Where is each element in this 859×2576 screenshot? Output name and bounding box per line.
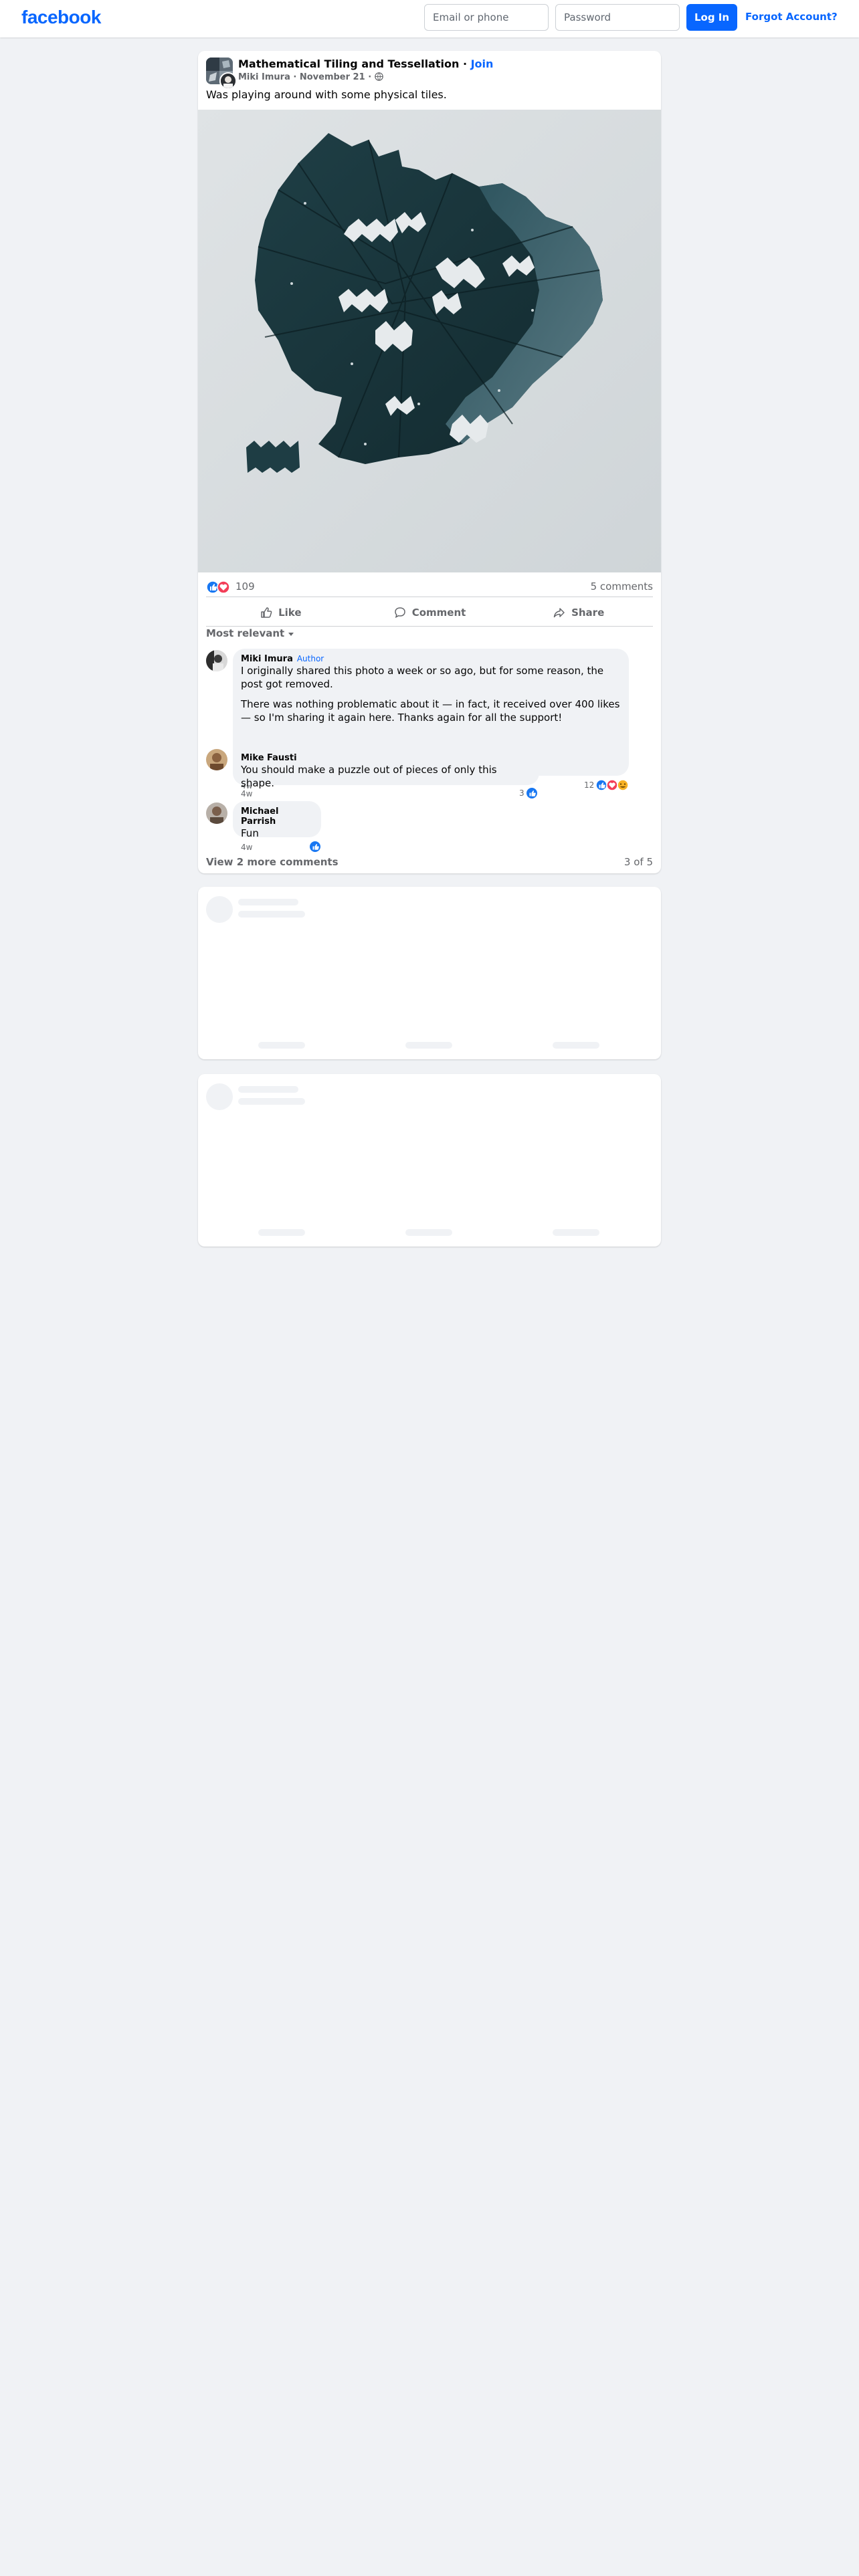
loading-post-placeholder: [198, 887, 661, 1059]
comment-reaction-count: 3: [519, 788, 524, 798]
view-more-comments-link[interactable]: View 2 more comments: [206, 856, 339, 868]
comment-author-row: Miki Imura Author: [241, 654, 621, 664]
skeleton-line: [238, 1086, 298, 1093]
comment-label: Comment: [411, 607, 466, 619]
comment-author[interactable]: Miki Imura: [241, 654, 293, 664]
reaction-icons: [206, 580, 233, 594]
commenter-avatar[interactable]: [206, 749, 227, 770]
post-meta: Miki Imura · November 21 ·: [238, 72, 383, 82]
skeleton-action: [553, 1229, 599, 1236]
email-input[interactable]: [424, 4, 549, 31]
comment-author[interactable]: Michael Parrish: [241, 807, 313, 827]
author-badge: Author: [296, 654, 324, 663]
author-avatar[interactable]: [219, 72, 237, 90]
separator-dot: ·: [368, 72, 375, 82]
skeleton-line: [238, 911, 305, 918]
sort-label: Most relevant: [206, 627, 285, 639]
sort-dropdown[interactable]: Most relevant: [206, 627, 295, 639]
post-photo[interactable]: [198, 110, 661, 572]
comment-icon: [394, 607, 405, 619]
reaction-icons: [595, 779, 630, 791]
skeleton-action: [405, 1042, 452, 1049]
like-icon: [310, 841, 320, 852]
skeleton-line: [238, 899, 298, 905]
separator-dot: ·: [462, 58, 471, 70]
comments-page-count: 3 of 5: [624, 856, 653, 868]
comment-reactions[interactable]: 12: [584, 779, 632, 791]
reaction-count[interactable]: 109: [235, 580, 255, 593]
skeleton-action: [258, 1229, 305, 1236]
comment-paragraph: I originally shared this photo a week or…: [241, 665, 604, 690]
group-name: Mathematical Tiling and Tessellation · J…: [238, 58, 493, 70]
comment-reaction-count: 12: [584, 780, 595, 790]
password-input[interactable]: [555, 4, 680, 31]
comment-bubble: Michael Parrish Fun: [233, 801, 321, 839]
globe-icon: [374, 72, 383, 81]
comment-bubble: Mike Fausti You should make a puzzle out…: [233, 748, 539, 789]
group-name-link[interactable]: Mathematical Tiling and Tessellation: [238, 58, 459, 70]
comment-paragraph: There was nothing problematic about it —…: [241, 698, 620, 724]
commenter-avatar[interactable]: [206, 802, 227, 824]
like-button[interactable]: Like: [206, 599, 355, 626]
care-icon: [617, 779, 630, 791]
comments-count[interactable]: 5 comments: [591, 580, 653, 593]
comment-button[interactable]: Comment: [355, 599, 504, 626]
skeleton-action: [258, 1042, 305, 1049]
login-button[interactable]: Log In: [686, 4, 737, 31]
forgot-account-link[interactable]: Forgot Account?: [745, 11, 838, 23]
separator-dot: ·: [293, 72, 300, 82]
skeleton-line: [238, 1098, 305, 1105]
comment-reactions[interactable]: 3: [519, 787, 538, 799]
comment-text: You should make a puzzle out of pieces o…: [241, 764, 497, 789]
share-icon: [553, 608, 565, 618]
like-icon: [526, 788, 537, 798]
loading-post-placeholder: [198, 1074, 661, 1247]
comment-time[interactable]: 4w: [241, 789, 252, 798]
reactions-summary[interactable]: 109 5 comments: [206, 578, 653, 597]
skeleton-action: [405, 1229, 452, 1236]
post-card: Mathematical Tiling and Tessellation · J…: [198, 51, 661, 873]
caret-down-icon: [288, 632, 294, 636]
share-button[interactable]: Share: [504, 599, 653, 626]
divider: [206, 626, 653, 627]
post-date[interactable]: November 21: [300, 72, 365, 82]
comment-text: I originally shared this photo a week or…: [241, 664, 621, 724]
skeleton-action: [553, 1042, 599, 1049]
comment-time[interactable]: 4w: [241, 843, 252, 852]
comment-text: Fun: [241, 827, 259, 839]
skeleton-avatar: [206, 896, 233, 923]
facebook-logo[interactable]: facebook: [21, 7, 101, 28]
commenter-avatar[interactable]: [206, 650, 227, 671]
tiles-photo-icon: [198, 110, 661, 572]
top-navigation-bar: facebook Log In Forgot Account?: [0, 0, 859, 37]
share-label: Share: [571, 607, 605, 619]
post-actions: Like Comment Share: [206, 599, 653, 626]
join-link[interactable]: Join: [471, 58, 494, 70]
thumbs-up-icon: [261, 607, 272, 618]
post-text: Was playing around with some physical ti…: [206, 88, 447, 101]
comment-author[interactable]: Mike Fausti: [241, 753, 531, 763]
like-label: Like: [278, 607, 302, 619]
comment-reactions[interactable]: [309, 841, 321, 853]
skeleton-avatar: [206, 1083, 233, 1110]
post-author[interactable]: Miki Imura: [238, 72, 290, 82]
